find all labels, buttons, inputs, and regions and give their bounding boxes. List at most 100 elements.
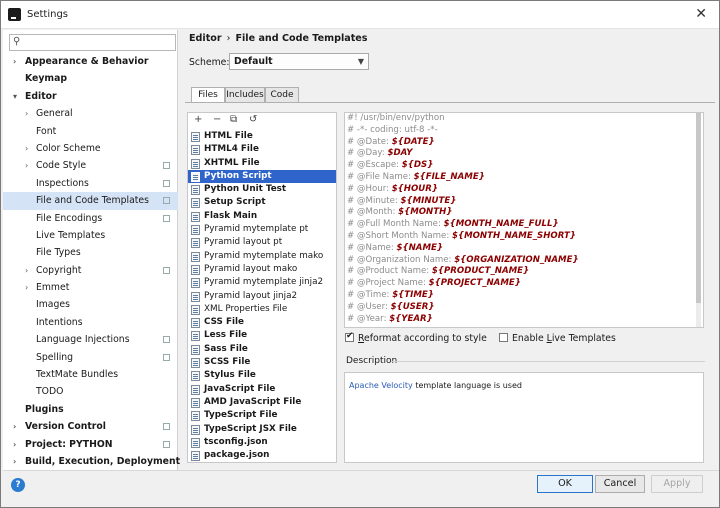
chevron-right-icon[interactable]: › [25, 140, 28, 157]
chevron-right-icon[interactable]: › [25, 105, 28, 122]
template-name: TypeScript JSX File [204, 423, 297, 434]
template-list-item[interactable]: HTML4 File [188, 143, 336, 156]
template-list-item[interactable]: tsconfig.json [188, 436, 336, 449]
template-list-item[interactable]: package.json [188, 449, 336, 462]
tree-item[interactable]: File Encodings [3, 210, 178, 227]
tree-item[interactable]: › Project: PYTHON [3, 436, 178, 453]
template-list-item[interactable]: SCSS File [188, 356, 336, 369]
template-list-item[interactable]: Setup Script [188, 196, 336, 209]
scheme-dropdown[interactable]: Default ▼ [229, 53, 369, 70]
template-list-item[interactable]: Pyramid layout pt [188, 236, 336, 249]
tree-item[interactable]: Inspections [3, 175, 178, 192]
ok-button[interactable]: OK [537, 475, 593, 493]
tree-item[interactable]: Intentions [3, 314, 178, 331]
scrollbar-thumb[interactable] [696, 113, 701, 303]
tree-item[interactable]: › Code Style [3, 157, 178, 174]
tree-item[interactable]: File and Code Templates [3, 192, 178, 210]
tree-item[interactable]: › Version Control [3, 418, 178, 435]
tree-item[interactable]: Font [3, 123, 178, 140]
reset-icon[interactable]: ↺ [249, 114, 257, 125]
template-list-item[interactable]: XML Properties File [188, 303, 336, 316]
template-list-item[interactable]: HTML File [188, 130, 336, 143]
template-list-item[interactable]: Flask Main [188, 210, 336, 223]
chevron-right-icon[interactable]: › [13, 436, 16, 453]
file-icon [191, 225, 200, 236]
editor-scrollbar[interactable] [696, 113, 701, 327]
template-list-item[interactable]: Pyramid mytemplate mako [188, 250, 336, 263]
template-list-item[interactable]: CSS File [188, 316, 336, 329]
tree-item[interactable]: Language Injections [3, 331, 178, 348]
tab-includes[interactable]: Includes [225, 87, 265, 102]
tree-item[interactable]: Plugins [3, 401, 178, 418]
close-icon[interactable]: ✕ [695, 6, 707, 22]
tree-item[interactable]: Images [3, 296, 178, 313]
tree-item[interactable]: TODO [3, 383, 178, 400]
tree-item[interactable]: › Color Scheme [3, 140, 178, 157]
live-templates-check-box[interactable] [499, 333, 508, 342]
search-box[interactable]: ⚲ [9, 34, 176, 51]
chevron-right-icon[interactable]: › [25, 262, 28, 279]
reformat-checkbox[interactable]: Reformat according to style [345, 331, 487, 344]
tree-item[interactable]: › Build, Execution, Deployment [3, 453, 180, 470]
template-list-item[interactable]: Python Script [188, 169, 336, 184]
tree-item-label: File and Code Templates [36, 195, 149, 207]
template-list-item[interactable]: XHTML File [188, 157, 336, 170]
tree-item-label: Copyright [36, 264, 82, 276]
template-list-item[interactable]: Stylus File [188, 369, 336, 382]
template-list-item[interactable]: Pyramid mytemplate jinja2 [188, 276, 336, 289]
tree-item[interactable]: Keymap [3, 70, 178, 87]
chevron-right-icon[interactable]: › [13, 53, 16, 70]
template-list-item[interactable]: Python Unit Test [188, 183, 336, 196]
tree-item[interactable]: › Copyright [3, 262, 178, 279]
tree-item[interactable]: › General [3, 105, 178, 122]
template-list-item[interactable]: TypeScript File [188, 409, 336, 422]
chevron-down-icon[interactable]: ▾ [13, 88, 17, 105]
tree-item[interactable]: › Emmet [3, 279, 178, 296]
chevron-right-icon[interactable]: › [25, 279, 28, 296]
settings-window: Settings ✕ ⚲ › Appearance & Behavior Keyma… [0, 0, 720, 508]
velocity-link[interactable]: Apache Velocity [349, 381, 413, 390]
template-list-item[interactable]: Pyramid mytemplate pt [188, 223, 336, 236]
template-list-item[interactable]: TypeScript JSX File [188, 423, 336, 436]
remove-icon[interactable]: − [213, 114, 221, 125]
file-icon [191, 291, 200, 302]
template-name: SCSS File [204, 357, 251, 368]
template-variable: ${ORGANIZATION_NAME} [454, 254, 579, 265]
tree-item[interactable]: File Types [3, 244, 178, 261]
tree-item[interactable]: Live Templates [3, 227, 178, 244]
file-icon [191, 318, 200, 329]
search-input[interactable] [32, 36, 172, 49]
reformat-check-box[interactable] [345, 331, 354, 342]
template-list-item[interactable]: Less File [188, 329, 336, 342]
chevron-right-icon[interactable]: › [13, 453, 16, 470]
live-templates-checkbox[interactable]: Enable Live Templates [499, 333, 616, 344]
add-icon[interactable]: + [194, 114, 202, 125]
template-name: TypeScript File [204, 410, 278, 421]
template-list-item[interactable]: Pyramid layout jinja2 [188, 290, 336, 303]
help-icon[interactable]: ? [11, 478, 25, 492]
tree-item[interactable]: ▾ Editor [3, 88, 178, 105]
code-area[interactable]: #! /usr/bin/env/python # -*- coding: utf-… [345, 113, 703, 325]
apply-button[interactable]: Apply [651, 475, 703, 493]
tree-item[interactable]: › Appearance & Behavior [3, 53, 178, 70]
template-list-item[interactable]: Sass File [188, 343, 336, 356]
chevron-right-icon[interactable]: › [25, 157, 28, 174]
tree-item[interactable]: Spelling [3, 349, 178, 366]
file-icon [191, 437, 200, 448]
tab-files[interactable]: Files [191, 87, 225, 103]
template-list-item[interactable]: JavaScript File [188, 383, 336, 396]
code-line: # @Full Month Name: ${MONTH_NAME_FULL} [345, 219, 703, 231]
template-list-item[interactable]: Pyramid layout mako [188, 263, 336, 276]
chevron-down-icon: ▼ [357, 57, 364, 66]
tab-code[interactable]: Code [265, 87, 299, 102]
template-variable: ${MONTH_NAME_FULL} [443, 219, 559, 230]
chevron-right-icon[interactable]: › [13, 418, 16, 435]
code-line: # @Escape: ${DS} [345, 160, 703, 172]
tree-item[interactable]: TextMate Bundles [3, 366, 178, 383]
cancel-button[interactable]: Cancel [595, 475, 645, 493]
template-variable: $DAY [387, 148, 413, 159]
breadcrumb-current: File and Code Templates [235, 33, 368, 44]
template-editor[interactable]: #! /usr/bin/env/python # -*- coding: utf-… [344, 112, 704, 328]
template-list-item[interactable]: AMD JavaScript File [188, 396, 336, 409]
copy-icon[interactable]: ⧉ [230, 114, 237, 125]
